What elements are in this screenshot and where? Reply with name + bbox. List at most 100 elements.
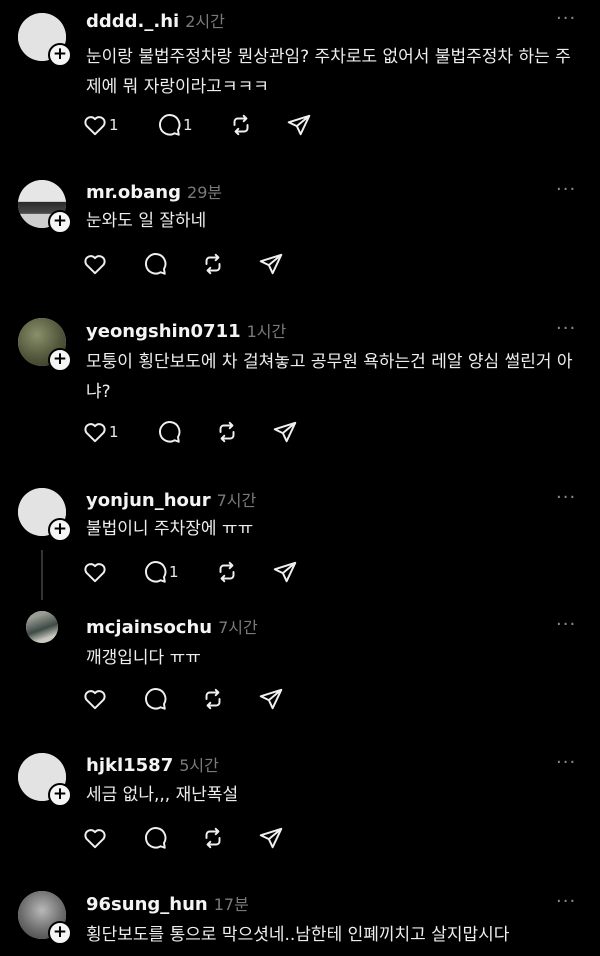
action-bar [82, 250, 322, 278]
share-send-icon [287, 114, 311, 136]
action-bar: 1 1 [82, 111, 322, 139]
reply-button[interactable] [156, 418, 183, 446]
heart-icon [84, 690, 106, 710]
avatar[interactable]: + [18, 753, 72, 807]
share-send-icon [273, 421, 297, 443]
repost-icon [205, 253, 221, 275]
repost-button[interactable] [200, 824, 226, 852]
more-icon[interactable]: ··· [556, 318, 576, 339]
repost-icon [205, 688, 221, 710]
like-button[interactable] [82, 824, 109, 852]
more-icon[interactable]: ··· [556, 891, 576, 912]
heart-icon [84, 563, 106, 583]
reply-button[interactable]: 1 [142, 558, 179, 586]
like-button[interactable] [82, 558, 109, 586]
like-button[interactable]: 1 [82, 418, 119, 446]
follow-plus-icon[interactable]: + [48, 43, 72, 67]
repost-icon [233, 114, 249, 136]
share-send-icon [259, 688, 283, 710]
timestamp: 17분 [213, 895, 249, 914]
heart-icon [84, 829, 106, 849]
avatar[interactable]: + [18, 180, 72, 234]
reply-bubble-icon [159, 421, 181, 443]
more-icon[interactable]: ··· [556, 614, 576, 635]
like-count: 1 [109, 423, 119, 441]
avatar[interactable]: + [18, 318, 72, 372]
avatar[interactable]: + [18, 891, 72, 945]
reply-bubble-icon [145, 688, 167, 710]
more-icon[interactable]: ··· [556, 752, 576, 773]
action-bar: 1 [82, 418, 322, 446]
repost-button[interactable] [214, 558, 240, 586]
username-text[interactable]: mr.obang [86, 182, 181, 203]
username-text[interactable]: yeongshin0711 [86, 321, 241, 342]
username-text[interactable]: mcjainsochu [86, 617, 212, 638]
reply-bubble-icon [159, 114, 181, 136]
more-icon[interactable]: ··· [556, 8, 576, 29]
username[interactable]: yonjun_hour 7시간 [86, 487, 256, 511]
timestamp: 29분 [187, 183, 223, 202]
reply-count: 1 [183, 116, 193, 134]
username[interactable]: yeongshin0711 1시간 [86, 318, 286, 342]
reply-bubble-icon [145, 827, 167, 849]
username-text[interactable]: 96sung_hun [86, 894, 208, 915]
username[interactable]: hjkl1587 5시간 [86, 752, 219, 776]
thread-line [41, 550, 43, 600]
share-button[interactable] [272, 418, 298, 446]
follow-plus-icon[interactable]: + [48, 921, 72, 945]
action-bar: 1 [82, 558, 322, 586]
like-button[interactable] [82, 250, 109, 278]
timestamp: 1시간 [246, 322, 287, 341]
heart-icon [84, 423, 106, 443]
action-bar [82, 685, 322, 713]
timestamp: 7시간 [216, 491, 257, 510]
repost-button[interactable] [214, 418, 240, 446]
reply-button[interactable] [142, 824, 169, 852]
comment-text: 횡단보도를 통으로 막으셧네..남한테 인폐끼치고 살지맙시다 [86, 925, 510, 945]
share-button[interactable] [258, 250, 284, 278]
follow-plus-icon[interactable]: + [48, 783, 72, 807]
follow-plus-icon[interactable]: + [48, 348, 72, 372]
repost-icon [219, 561, 235, 583]
username[interactable]: 96sung_hun 17분 [86, 891, 249, 915]
username-text[interactable]: dddd._.hi [86, 11, 179, 32]
repost-button[interactable] [200, 250, 226, 278]
share-button[interactable] [272, 558, 298, 586]
like-button[interactable]: 1 [82, 111, 119, 139]
repost-icon [205, 827, 221, 849]
avatar[interactable] [26, 611, 58, 643]
share-button[interactable] [286, 111, 312, 139]
comment-text: 눈와도 일 잘하네 [86, 211, 207, 231]
reply-count: 1 [169, 563, 179, 581]
follow-plus-icon[interactable]: + [48, 210, 72, 234]
heart-icon [84, 116, 106, 136]
username-text[interactable]: yonjun_hour [86, 490, 211, 511]
avatar[interactable]: + [18, 488, 72, 542]
username[interactable]: mr.obang 29분 [86, 179, 222, 203]
repost-button[interactable] [200, 685, 226, 713]
heart-icon [84, 255, 106, 275]
action-bar [82, 824, 322, 852]
comment-text: 눈이랑 불법주정차랑 뭔상관임? 주차로도 없어서 불법주정차 하는 주제에 뭐… [86, 47, 571, 97]
username[interactable]: dddd._.hi 2시간 [86, 8, 225, 32]
username[interactable]: mcjainsochu 7시간 [86, 614, 258, 638]
more-icon[interactable]: ··· [556, 487, 576, 508]
repost-button[interactable] [228, 111, 254, 139]
more-icon[interactable]: ··· [556, 179, 576, 200]
comment-text: 깨갱입니다 ㅠㅠ [86, 648, 201, 668]
follow-plus-icon[interactable]: + [48, 518, 72, 542]
comment-text: 모퉁이 횡단보도에 차 걸쳐놓고 공무원 욕하는건 레알 양심 썰린거 아냐? [86, 352, 573, 402]
share-button[interactable] [258, 824, 284, 852]
share-send-icon [259, 253, 283, 275]
username-text[interactable]: hjkl1587 [86, 755, 173, 776]
share-button[interactable] [258, 685, 284, 713]
avatar[interactable]: + [18, 13, 72, 67]
reply-button[interactable] [142, 685, 169, 713]
reply-button[interactable] [142, 250, 169, 278]
timestamp: 2시간 [185, 12, 225, 31]
reply-bubble-icon [145, 253, 167, 275]
like-button[interactable] [82, 685, 109, 713]
reply-button[interactable]: 1 [156, 111, 193, 139]
like-count: 1 [109, 116, 119, 134]
share-send-icon [273, 561, 297, 583]
